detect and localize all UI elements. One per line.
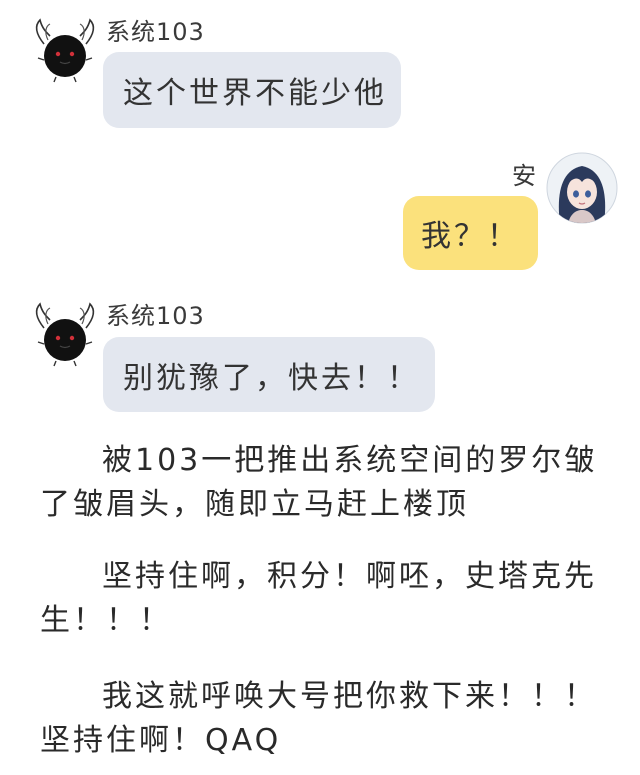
user-avatar[interactable] — [546, 152, 618, 224]
black-orb-mascot-icon — [35, 302, 95, 367]
message-text: 别犹豫了，快去！！ — [123, 360, 420, 396]
sender-name: 系统103 — [106, 302, 205, 330]
narration-paragraph: 我这就呼唤大号把你救下来！！！坚持住啊！QAQ — [40, 679, 597, 758]
narration-paragraph: 被103一把推出系统空间的罗尔皱了皱眉头，随即立马赶上楼顶 — [40, 443, 598, 522]
message-bubble[interactable]: 这个世界不能少他 — [103, 52, 401, 128]
message-text: 我？！ — [421, 219, 520, 254]
narration-paragraph: 坚持住啊，积分！啊呸，史塔克先生！！！ — [40, 559, 597, 638]
system-avatar[interactable] — [30, 14, 100, 84]
black-orb-mascot-icon — [35, 18, 95, 83]
anime-girl-avatar-icon — [546, 152, 618, 224]
sender-name: 系统103 — [106, 18, 205, 46]
message-text: 这个世界不能少他 — [123, 76, 387, 111]
sender-name: 安 — [512, 162, 537, 190]
message-bubble[interactable]: 我？！ — [403, 196, 538, 270]
message-bubble[interactable]: 别犹豫了，快去！！ — [103, 337, 435, 412]
system-avatar[interactable] — [30, 298, 100, 368]
